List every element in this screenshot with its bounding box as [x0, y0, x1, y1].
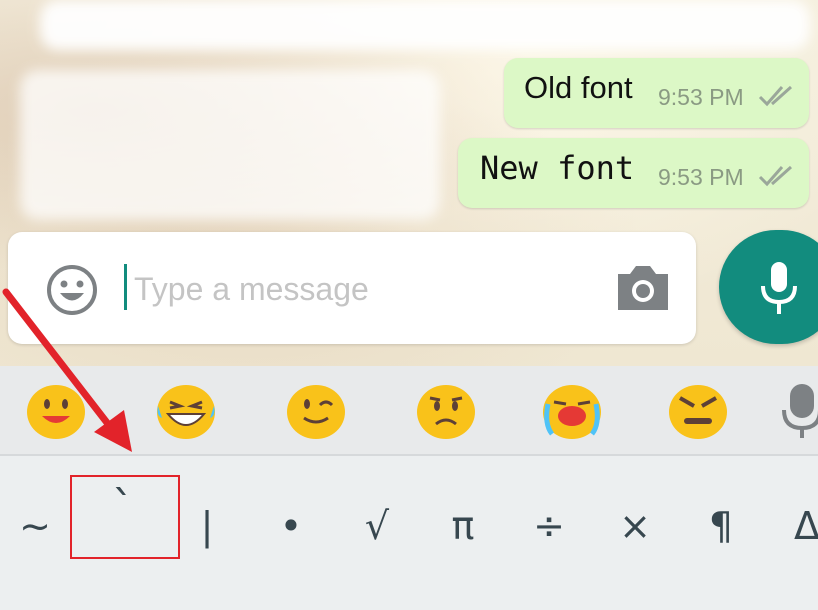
redacted-message: [40, 0, 810, 50]
key-delta[interactable]: Δ: [772, 476, 818, 576]
key-pi[interactable]: π: [428, 476, 498, 576]
key-bullet[interactable]: •: [256, 476, 326, 576]
double-check-icon: [758, 165, 793, 187]
message-bubble-old-font[interactable]: Old font 9:53 PM: [504, 58, 809, 128]
red-arrow-annotation: [2, 288, 132, 452]
keyboard-microphone-icon[interactable]: [782, 382, 818, 438]
winking-face-icon[interactable]: [284, 380, 348, 440]
key-pilcrow[interactable]: ¶: [686, 476, 756, 576]
key-divide[interactable]: ÷: [514, 476, 584, 576]
angry-face-icon[interactable]: [666, 380, 730, 440]
message-text: New font: [480, 149, 635, 187]
message-time: 9:53 PM: [658, 164, 744, 190]
double-check-icon: [758, 85, 793, 107]
key-pipe[interactable]: |: [172, 476, 242, 576]
message-time: 9:53 PM: [658, 84, 744, 110]
key-tilde[interactable]: ~: [0, 476, 70, 576]
message-text: Old font: [524, 70, 633, 105]
loudly-crying-face-icon[interactable]: [540, 380, 604, 440]
key-multiply[interactable]: ×: [600, 476, 670, 576]
camera-icon[interactable]: [614, 262, 672, 314]
message-input[interactable]: [132, 260, 596, 318]
key-square-root[interactable]: √: [342, 476, 412, 576]
microphone-icon: [761, 262, 797, 314]
frowning-face-icon[interactable]: [414, 380, 478, 440]
message-bubble-new-font[interactable]: New font 9:53 PM: [458, 138, 809, 208]
highlight-box: [70, 475, 180, 559]
laughing-tears-face-icon[interactable]: [154, 380, 218, 440]
redacted-area: [20, 70, 440, 220]
